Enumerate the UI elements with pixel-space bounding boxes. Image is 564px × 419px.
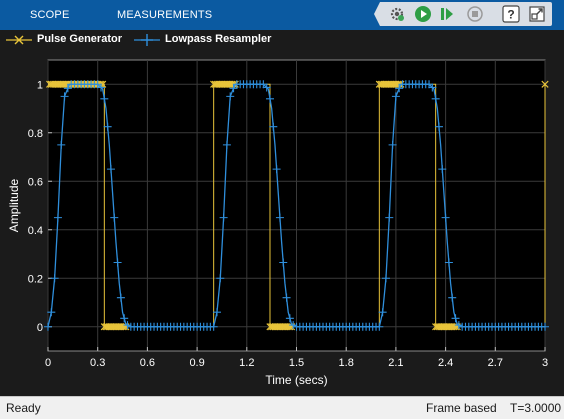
legend: Pulse Generator Lowpass Resampler xyxy=(0,30,564,50)
quick-access-toolbar: ? xyxy=(374,2,552,26)
x-tick-label: 0.3 xyxy=(90,357,105,369)
x-tick-label: 2.7 xyxy=(488,357,503,369)
status-frame-mode: Frame based xyxy=(426,401,497,415)
status-ready: Ready xyxy=(6,401,41,415)
y-tick-label: 0.8 xyxy=(28,128,43,140)
y-tick-label: 0.2 xyxy=(28,273,43,285)
step-forward-icon[interactable] xyxy=(438,5,456,23)
x-tick-label: 2.4 xyxy=(438,357,453,369)
svg-text:?: ? xyxy=(507,8,514,22)
tab-scope[interactable]: SCOPE xyxy=(30,0,70,30)
y-tick-label: 0 xyxy=(37,322,43,334)
run-icon[interactable] xyxy=(414,5,432,23)
legend-label: Pulse Generator xyxy=(37,33,122,45)
y-tick-label: 0.4 xyxy=(28,225,43,237)
pulse-generator-line-icon xyxy=(6,35,32,45)
legend-entry-pulse-generator[interactable]: Pulse Generator xyxy=(4,30,122,50)
x-tick-label: 0.6 xyxy=(140,357,155,369)
tab-measurements[interactable]: MEASUREMENTS xyxy=(117,0,212,30)
x-tick-label: 1.8 xyxy=(339,357,354,369)
lowpass-resampler-line-icon xyxy=(134,34,160,46)
legend-entry-lowpass-resampler[interactable]: Lowpass Resampler xyxy=(132,30,272,50)
settings-gear-icon[interactable] xyxy=(388,5,406,23)
status-bar: Ready Frame based T=3.0000 xyxy=(0,396,564,419)
legend-label: Lowpass Resampler xyxy=(165,33,272,45)
toolstrip: SCOPE MEASUREMENTS ? xyxy=(0,0,564,30)
help-icon[interactable]: ? xyxy=(502,5,520,23)
y-tick-label: 0.6 xyxy=(28,176,43,188)
status-sim-time: T=3.0000 xyxy=(510,401,562,415)
x-tick-label: 2.1 xyxy=(388,357,403,369)
y-axis-label: Amplitude xyxy=(7,179,21,233)
y-tick-label: 1 xyxy=(37,79,43,91)
x-tick-label: 0 xyxy=(45,357,51,369)
x-tick-label: 1.5 xyxy=(289,357,304,369)
x-tick-label: 1.2 xyxy=(239,357,254,369)
stop-icon[interactable] xyxy=(466,5,484,23)
undock-icon[interactable] xyxy=(528,5,546,23)
x-tick-label: 3 xyxy=(542,357,548,369)
scope-plot[interactable]: 0 0.3 0.6 0.9 1.2 1.5 1.8 2.1 2.4 2.7 3 0 0.2 0.4 0.6 0… xyxy=(0,50,564,396)
x-axis-label: Time (secs) xyxy=(265,373,327,387)
x-tick-label: 0.9 xyxy=(189,357,204,369)
